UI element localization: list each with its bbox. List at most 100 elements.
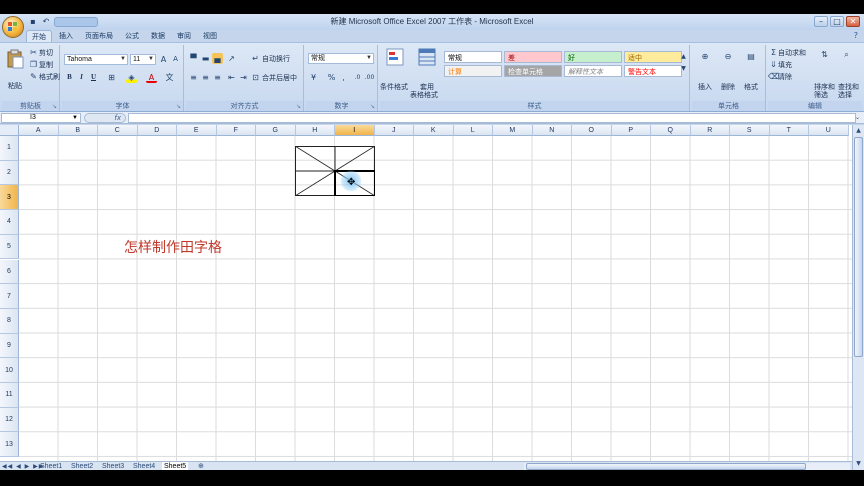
sort-filter-button-line2[interactable]: 筛选 bbox=[814, 90, 828, 100]
tab-home[interactable]: 开始 bbox=[26, 30, 52, 42]
align-right-icon[interactable]: ≡ bbox=[212, 72, 223, 83]
tianzige-grid-drawing[interactable] bbox=[295, 146, 375, 196]
align-left-icon[interactable]: ≡ bbox=[188, 72, 199, 83]
format-cells-button[interactable]: 格式 bbox=[744, 82, 758, 92]
tab-view[interactable]: 视图 bbox=[198, 30, 222, 42]
worksheet-grid[interactable]: ABCDEFGHIJKLMNOPQRSTU 1 2 3 4 5 6 7 8 9 10 11 12 13 bbox=[0, 125, 852, 461]
number-format-select[interactable]: 常规 ▼ bbox=[308, 53, 374, 64]
name-box[interactable]: I3 ▼ bbox=[1, 113, 81, 123]
align-bottom-icon[interactable]: ▄ bbox=[212, 53, 223, 64]
column-header-m[interactable]: M bbox=[493, 125, 533, 136]
border-icon[interactable]: ⊞ bbox=[106, 72, 117, 83]
scroll-up-icon[interactable]: ▲ bbox=[854, 126, 863, 135]
column-header-k[interactable]: K bbox=[414, 125, 454, 136]
alignment-launcher-icon[interactable]: ↘ bbox=[296, 102, 301, 112]
fill-button[interactable]: 填充 bbox=[778, 60, 792, 70]
insert-cells-button[interactable]: 插入 bbox=[698, 82, 712, 92]
vertical-scroll-thumb[interactable] bbox=[854, 137, 863, 357]
phonetic-icon[interactable]: 文 bbox=[164, 72, 175, 83]
row-header-11[interactable]: 11 bbox=[0, 383, 19, 408]
merge-center-button[interactable]: 合并后居中 bbox=[262, 73, 297, 83]
align-middle-icon[interactable]: ▬ bbox=[200, 53, 211, 64]
cell-area[interactable] bbox=[19, 136, 852, 461]
cell-style-7[interactable]: 警告文本 bbox=[624, 65, 682, 77]
column-header-b[interactable]: B bbox=[58, 125, 98, 136]
column-header-j[interactable]: J bbox=[374, 125, 414, 136]
merge-center-icon[interactable]: ⊡ bbox=[250, 72, 261, 83]
paste-icon[interactable] bbox=[5, 49, 25, 69]
conditional-format-button[interactable]: 条件格式 bbox=[380, 82, 408, 92]
gallery-down-icon[interactable]: ▼ bbox=[678, 63, 689, 74]
copy-icon[interactable]: ❐ bbox=[28, 59, 39, 70]
office-button[interactable] bbox=[2, 16, 24, 38]
column-header-l[interactable]: L bbox=[453, 125, 493, 136]
paste-button[interactable]: 粘贴 bbox=[8, 81, 22, 91]
clear-button[interactable]: 清除 bbox=[778, 72, 792, 82]
wrap-text-button[interactable]: 自动换行 bbox=[262, 54, 290, 64]
cell-style-0[interactable]: 常规 bbox=[444, 51, 502, 63]
find-select-button-line2[interactable]: 选择 bbox=[838, 90, 852, 100]
column-header-d[interactable]: D bbox=[137, 125, 177, 136]
row-header-7[interactable]: 7 bbox=[0, 284, 19, 309]
number-launcher-icon[interactable]: ↘ bbox=[370, 102, 375, 112]
column-header-r[interactable]: R bbox=[690, 125, 730, 136]
sheet-tab-1[interactable]: Sheet1 bbox=[38, 462, 64, 470]
autosum-button[interactable]: 自动求和 bbox=[778, 48, 806, 58]
column-header-h[interactable]: H bbox=[295, 125, 335, 136]
row-header-1[interactable]: 1 bbox=[0, 136, 19, 161]
accounting-format-icon[interactable]: ¥ bbox=[308, 72, 319, 83]
column-header-e[interactable]: E bbox=[177, 125, 217, 136]
column-header-u[interactable]: U bbox=[809, 125, 849, 136]
name-box-dropdown-icon[interactable]: ▼ bbox=[72, 114, 78, 122]
delete-cells-button[interactable]: 删除 bbox=[721, 82, 735, 92]
formula-input[interactable] bbox=[128, 113, 856, 123]
tab-insert[interactable]: 插入 bbox=[54, 30, 78, 42]
decrease-indent-icon[interactable]: ⇤ bbox=[226, 72, 237, 83]
wrap-text-icon[interactable]: ↵ bbox=[250, 53, 261, 64]
copy-button[interactable]: 复制 bbox=[39, 60, 53, 70]
column-header-f[interactable]: F bbox=[216, 125, 256, 136]
horizontal-scroll-thumb[interactable] bbox=[526, 463, 806, 470]
format-cells-icon[interactable]: ▤ bbox=[744, 51, 758, 65]
bold-button[interactable]: B bbox=[64, 72, 75, 83]
maximize-button[interactable]: □ bbox=[830, 16, 844, 27]
cell-style-1[interactable]: 差 bbox=[504, 51, 562, 63]
minimize-button[interactable]: – bbox=[814, 16, 828, 27]
percent-icon[interactable]: % bbox=[326, 72, 337, 83]
shrink-font-icon[interactable]: A bbox=[170, 54, 181, 65]
vertical-scrollbar[interactable]: ▲ ▼ bbox=[852, 125, 864, 470]
row-header-3[interactable]: 3 bbox=[0, 185, 19, 211]
column-header-g[interactable]: G bbox=[256, 125, 296, 136]
horizontal-scrollbar[interactable] bbox=[524, 463, 850, 470]
row-header-13[interactable]: 13 bbox=[0, 432, 19, 458]
column-header-a[interactable]: A bbox=[19, 125, 59, 136]
column-header-s[interactable]: S bbox=[730, 125, 770, 136]
decrease-decimal-icon[interactable]: .00 bbox=[364, 72, 375, 83]
format-painter-icon[interactable]: ✎ bbox=[28, 71, 39, 82]
grow-font-icon[interactable]: A bbox=[158, 54, 169, 65]
cell-style-5[interactable]: 检查单元格 bbox=[504, 65, 562, 77]
cell-style-2[interactable]: 好 bbox=[564, 51, 622, 63]
cut-button[interactable]: 剪切 bbox=[39, 48, 53, 58]
fill-color-icon[interactable]: ◈ bbox=[126, 72, 137, 83]
sheet-tab-3[interactable]: Sheet3 bbox=[100, 462, 126, 470]
cell-style-6[interactable]: 解释性文本 bbox=[564, 65, 622, 77]
cell-style-4[interactable]: 计算 bbox=[444, 65, 502, 77]
row-header-4[interactable]: 4 bbox=[0, 210, 19, 235]
column-header-n[interactable]: N bbox=[532, 125, 572, 136]
font-color-icon[interactable]: A bbox=[146, 72, 157, 83]
comma-style-icon[interactable]: , bbox=[338, 72, 349, 83]
column-header-p[interactable]: P bbox=[611, 125, 651, 136]
column-header-i[interactable]: I bbox=[335, 125, 375, 136]
cut-icon[interactable]: ✂ bbox=[28, 47, 39, 58]
insert-function-button[interactable]: fx bbox=[84, 113, 126, 123]
tab-page-layout[interactable]: 页面布局 bbox=[80, 30, 118, 42]
column-header-q[interactable]: Q bbox=[651, 125, 691, 136]
align-top-icon[interactable]: ▀ bbox=[188, 53, 199, 64]
insert-cells-icon[interactable]: ⊕ bbox=[698, 51, 712, 65]
sheet-title-text[interactable]: 怎样制作田字格 bbox=[124, 237, 222, 257]
row-header-6[interactable]: 6 bbox=[0, 259, 19, 285]
close-button[interactable]: ✕ bbox=[846, 16, 860, 27]
orientation-icon[interactable]: ↗ bbox=[226, 53, 237, 64]
delete-cells-icon[interactable]: ⊖ bbox=[721, 51, 735, 65]
